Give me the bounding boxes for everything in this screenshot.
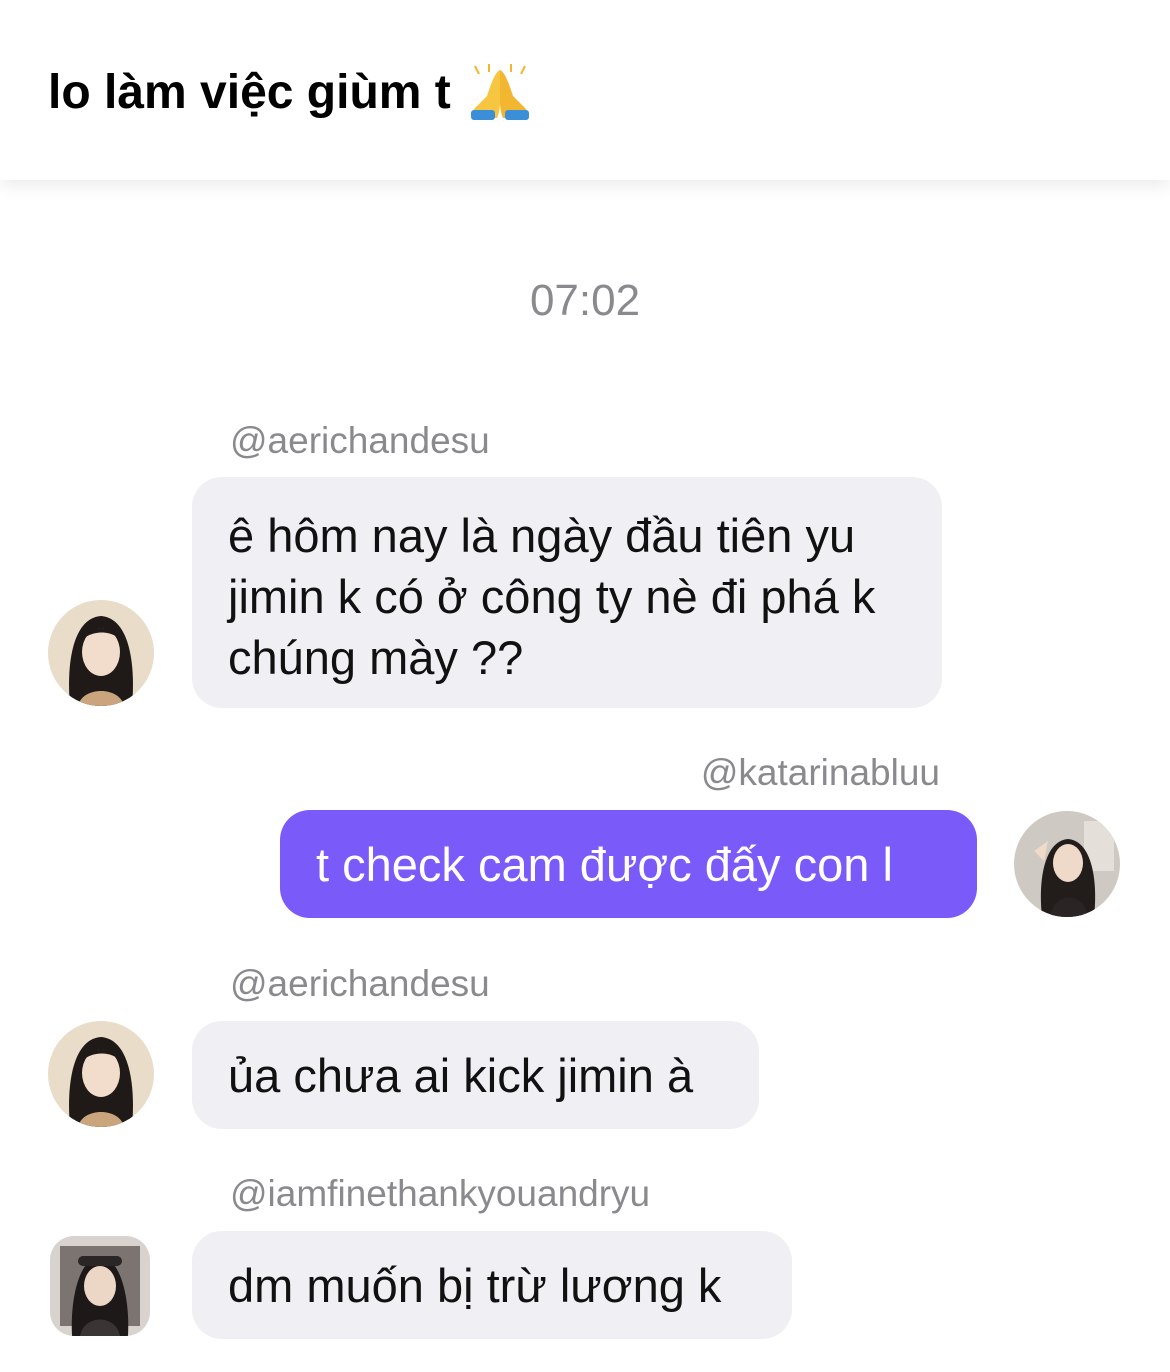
message-bubble[interactable]: ủa chưa ai kick jimin à [192,1021,759,1129]
avatar[interactable] [48,1021,154,1127]
message-bubble[interactable]: dm muốn bị trừ lương k [192,1231,792,1339]
message-timestamp: 07:02 [529,276,641,325]
chat-title-text: lo làm việc giùm t [48,65,451,119]
message-username[interactable]: @iamfinethankyouandryu [230,1173,650,1215]
chat-title[interactable]: lo làm việc giùm t [48,62,533,122]
message-username[interactable]: @aerichandesu [230,420,490,462]
avatar[interactable] [50,1236,150,1336]
folded-hands-icon [467,62,533,122]
message-bubble[interactable]: ê hôm nay là ngày đầu tiên yu jimin k có… [192,477,942,708]
avatar[interactable] [1014,811,1120,917]
chat-header: lo làm việc giùm t [0,0,1170,180]
message-username[interactable]: @katarinabluu [701,752,940,794]
message-username[interactable]: @aerichandesu [230,963,490,1005]
message-bubble-outgoing[interactable]: t check cam được đấy con l [280,810,977,918]
avatar[interactable] [48,600,154,706]
